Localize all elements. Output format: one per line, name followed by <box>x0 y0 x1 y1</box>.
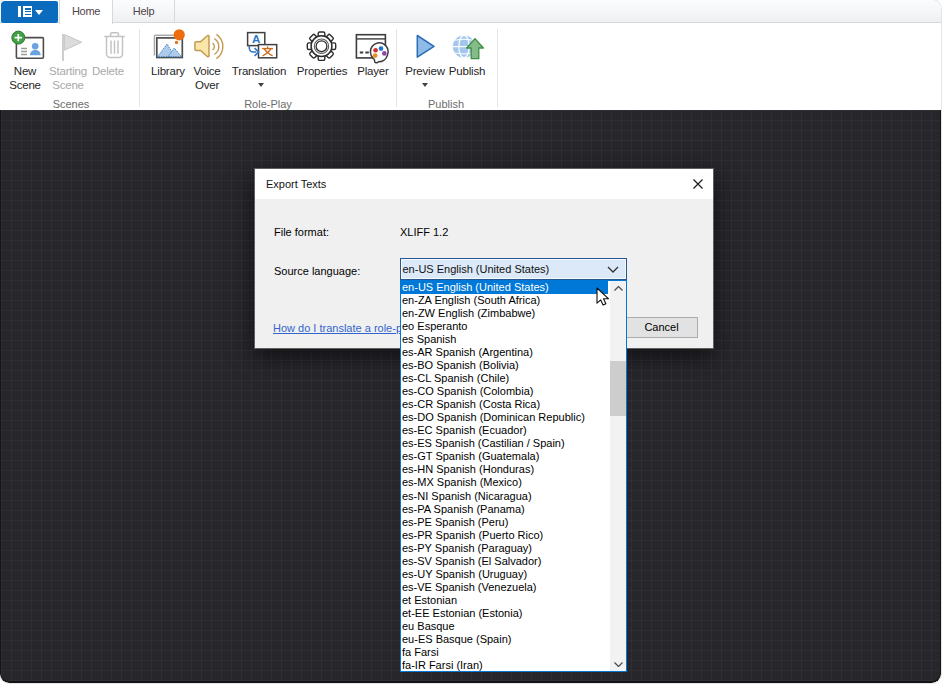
svg-text:A: A <box>252 33 260 45</box>
